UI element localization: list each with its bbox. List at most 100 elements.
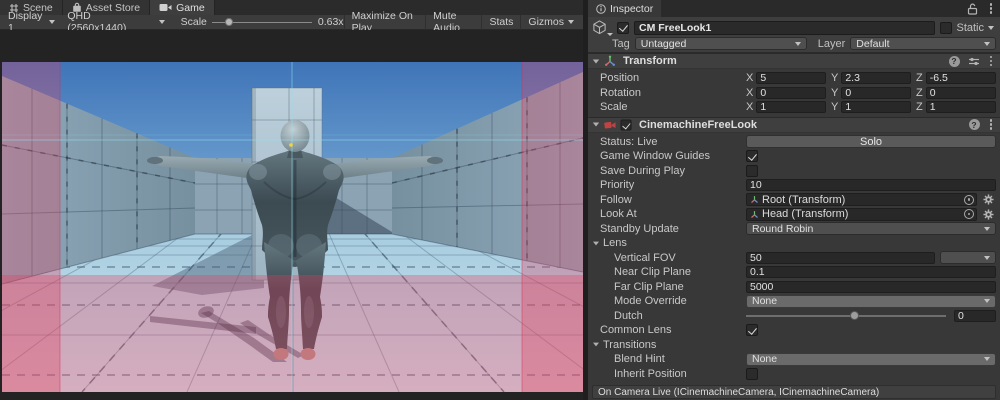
object-picker-icon[interactable]	[964, 209, 974, 219]
transform-header[interactable]: Transform ?	[588, 53, 1000, 69]
gizmos-label: Gizmos	[528, 16, 564, 28]
gear-icon	[983, 194, 994, 205]
fov-field[interactable]: 50	[746, 252, 935, 264]
priority-field[interactable]: 10	[746, 179, 996, 191]
solo-button[interactable]: Solo	[746, 135, 996, 148]
lookat-value: Head (Transform)	[762, 208, 848, 220]
rotation-x-field[interactable]: 0	[756, 87, 826, 99]
component-enabled-checkbox[interactable]	[620, 119, 631, 130]
on-camera-live-event-box: On Camera Live (ICinemachineCamera, ICin…	[592, 385, 996, 399]
gameobject-enabled-checkbox[interactable]	[617, 22, 629, 34]
axis-y-label: Y	[831, 101, 838, 113]
object-picker-icon[interactable]	[964, 195, 974, 205]
rotation-z-field[interactable]: 0	[926, 87, 996, 99]
kebab-menu-icon[interactable]	[990, 123, 993, 126]
transitions-foldout[interactable]: Transitions	[588, 338, 1000, 353]
kebab-menu-icon[interactable]	[990, 60, 993, 63]
foldout-arrow-icon[interactable]	[593, 123, 599, 127]
cinemachine-header[interactable]: CinemachineFreeLook ?	[588, 117, 1000, 133]
game-panel: Scene Asset Store Game Display 1 QHD (25…	[0, 0, 583, 400]
dutch-slider[interactable]	[746, 309, 946, 322]
tag-layer-row: Tag Untagged Layer Default	[592, 36, 996, 51]
dutch-slider-handle[interactable]	[850, 311, 859, 320]
scale-x-field[interactable]: 1	[756, 101, 826, 113]
standby-dropdown[interactable]: Round Robin	[746, 222, 996, 235]
transform-title: Transform	[623, 55, 677, 67]
common-lens-checkbox[interactable]	[746, 324, 758, 336]
lookat-label: Look At	[588, 208, 746, 220]
static-group: Static	[940, 22, 996, 34]
scale-y-field[interactable]: 1	[841, 101, 911, 113]
mute-audio-button[interactable]: Mute Audio	[425, 15, 481, 30]
chevron-down-icon	[795, 42, 801, 46]
axis-y-label: Y	[831, 87, 838, 99]
standby-update-row: Standby Update Round Robin	[588, 222, 1000, 237]
tag-dropdown[interactable]: Untagged	[635, 37, 807, 50]
lens-foldout[interactable]: Lens	[588, 236, 1000, 251]
tab-game[interactable]: Game	[150, 0, 215, 15]
gameobject-name-field[interactable]: CM FreeLook1	[634, 21, 935, 35]
scale-slider-handle[interactable]	[225, 18, 233, 26]
layer-dropdown[interactable]: Default	[850, 37, 996, 50]
transform-icon	[604, 55, 616, 67]
dutch-field[interactable]: 0	[954, 310, 996, 322]
blend-hint-dropdown[interactable]: None	[746, 353, 996, 366]
lens-label: Lens	[603, 237, 627, 249]
near-clip-label: Near Clip Plane	[588, 266, 746, 278]
fov-unit-dropdown[interactable]	[940, 251, 996, 264]
far-clip-field[interactable]: 5000	[746, 281, 996, 293]
inspector-panel: Inspector CM FreeLook1 Static Tag Untagg…	[588, 0, 1000, 400]
layer-label: Layer	[818, 38, 846, 50]
mode-override-dropdown[interactable]: None	[746, 295, 996, 308]
scale-z-field[interactable]: 1	[926, 101, 996, 113]
maximize-on-play-button[interactable]: Maximize On Play	[344, 15, 426, 30]
axis-y-label: Y	[831, 72, 838, 84]
position-x-field[interactable]: 5	[756, 72, 826, 84]
static-dropdown-caret[interactable]	[988, 26, 994, 30]
gameobject-icon-button[interactable]	[592, 19, 612, 36]
guides-checkbox[interactable]	[746, 150, 758, 162]
game-viewport[interactable]	[2, 62, 583, 392]
lookat-target-dot	[289, 143, 293, 147]
save-checkbox[interactable]	[746, 165, 758, 177]
mode-override-label: Mode Override	[588, 295, 746, 307]
layer-value: Default	[856, 38, 889, 50]
resolution-dropdown[interactable]: QHD (2560x1440)	[61, 15, 170, 30]
chevron-down-icon	[984, 42, 990, 46]
tag-value: Untagged	[641, 38, 687, 50]
standby-value: Round Robin	[752, 223, 813, 235]
lock-open-icon[interactable]	[967, 3, 978, 15]
gear-icon	[983, 209, 994, 220]
transform-body: Position X5 Y2.3 Z-6.5 Rotation X0 Y0 Z0…	[588, 69, 1000, 117]
rotation-y-field[interactable]: 0	[841, 87, 911, 99]
help-icon[interactable]: ?	[969, 119, 980, 130]
foldout-arrow-icon[interactable]	[593, 59, 599, 63]
follow-settings-button[interactable]	[980, 193, 996, 206]
kebab-menu-icon[interactable]	[990, 7, 993, 10]
lookat-settings-button[interactable]	[980, 208, 996, 221]
inherit-position-checkbox[interactable]	[746, 368, 758, 380]
tab-inspector[interactable]: Inspector	[588, 0, 661, 17]
info-icon	[596, 4, 606, 14]
position-y-field[interactable]: 2.3	[841, 72, 911, 84]
rotation-row: Rotation X0 Y0 Z0	[588, 86, 1000, 101]
static-checkbox[interactable]	[940, 22, 952, 34]
game-toolbar-buttons: Maximize On Play Mute Audio Stats Gizmos	[344, 15, 581, 30]
gizmos-dropdown[interactable]: Gizmos	[520, 15, 581, 30]
scale-slider[interactable]	[212, 15, 312, 30]
near-clip-field[interactable]: 0.1	[746, 266, 996, 278]
cube-icon	[592, 19, 607, 35]
follow-object-field[interactable]: Root (Transform)	[746, 193, 977, 206]
presets-icon[interactable]	[968, 56, 980, 67]
lookat-object-field[interactable]: Head (Transform)	[746, 208, 977, 221]
dutch-row: Dutch 0	[588, 309, 1000, 324]
save-during-play-row: Save During Play	[588, 164, 1000, 179]
display-dropdown[interactable]: Display 1	[2, 15, 61, 30]
help-icon[interactable]: ?	[949, 56, 960, 67]
foldout-arrow-icon	[593, 343, 599, 347]
position-z-field[interactable]: -6.5	[926, 72, 996, 84]
tag-label: Tag	[612, 38, 630, 50]
dutch-label: Dutch	[588, 310, 746, 322]
lookat-row: Look At Head (Transform)	[588, 207, 1000, 222]
stats-button[interactable]: Stats	[481, 15, 520, 30]
